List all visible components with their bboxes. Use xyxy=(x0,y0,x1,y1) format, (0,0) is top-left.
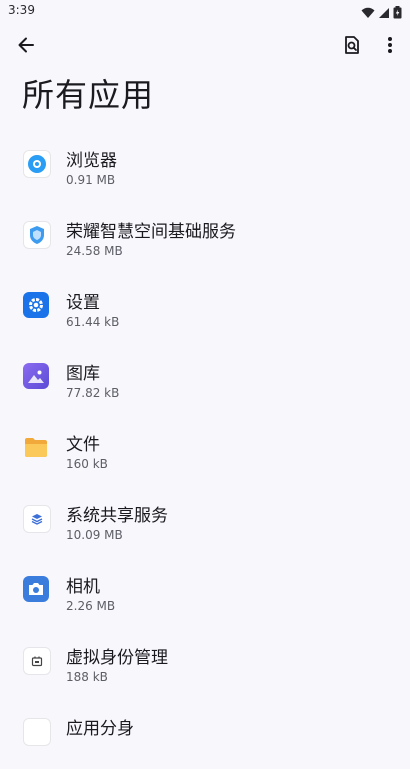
gallery-icon xyxy=(23,363,49,389)
search-document-icon xyxy=(342,35,362,59)
status-time: 3:39 xyxy=(8,3,35,17)
status-icons xyxy=(361,4,402,23)
app-size: 0.91 MB xyxy=(66,173,116,187)
app-name: 相机 xyxy=(66,577,100,597)
arrow-back-icon xyxy=(16,35,36,59)
more-options-button[interactable] xyxy=(374,31,406,63)
app-size: 61.44 kB xyxy=(66,315,120,329)
app-size: 188 kB xyxy=(66,670,108,684)
app-row-virtual-id[interactable]: 虚拟身份管理 188 kB xyxy=(0,627,410,698)
app-size: 2.26 MB xyxy=(66,599,116,613)
top-app-bar xyxy=(0,24,410,72)
wifi-icon xyxy=(361,4,375,23)
app-row-browser[interactable]: 浏览器 0.91 MB xyxy=(0,130,410,201)
app-row-camera[interactable]: 相机 2.26 MB xyxy=(0,556,410,627)
status-bar: 3:39 xyxy=(0,0,410,24)
app-size: 24.58 MB xyxy=(66,244,123,258)
honor-smart-space-icon xyxy=(23,221,51,249)
more-vert-icon xyxy=(387,36,393,58)
battery-icon xyxy=(393,4,402,23)
search-apps-button[interactable] xyxy=(336,31,368,63)
back-button[interactable] xyxy=(10,31,42,63)
settings-gear-icon xyxy=(23,292,49,318)
app-name: 文件 xyxy=(66,435,100,455)
app-name: 设置 xyxy=(66,293,100,313)
app-row-honor-smart-space[interactable]: 荣耀智慧空间基础服务 24.58 MB xyxy=(0,201,410,272)
app-size: 160 kB xyxy=(66,457,108,471)
camera-icon xyxy=(23,576,49,602)
app-name: 浏览器 xyxy=(66,151,117,171)
app-clone-icon xyxy=(23,718,51,746)
app-name: 应用分身 xyxy=(66,719,134,739)
app-name: 图库 xyxy=(66,364,100,384)
virtual-id-icon xyxy=(23,647,51,675)
folder-icon xyxy=(23,434,49,460)
system-share-icon xyxy=(23,505,51,533)
app-row-system-share[interactable]: 系统共享服务 10.09 MB xyxy=(0,485,410,556)
app-row-files[interactable]: 文件 160 kB xyxy=(0,414,410,485)
app-size: 10.09 MB xyxy=(66,528,123,542)
app-row-settings[interactable]: 设置 61.44 kB xyxy=(0,272,410,343)
app-size: 77.82 kB xyxy=(66,386,120,400)
signal-icon xyxy=(378,4,390,23)
app-row-app-clone[interactable]: 应用分身 xyxy=(0,698,410,769)
app-row-gallery[interactable]: 图库 77.82 kB xyxy=(0,343,410,414)
app-name: 系统共享服务 xyxy=(66,506,168,526)
browser-icon xyxy=(23,150,51,178)
app-name: 虚拟身份管理 xyxy=(66,648,168,668)
app-name: 荣耀智慧空间基础服务 xyxy=(66,222,236,242)
page-title: 所有应用 xyxy=(22,76,155,114)
